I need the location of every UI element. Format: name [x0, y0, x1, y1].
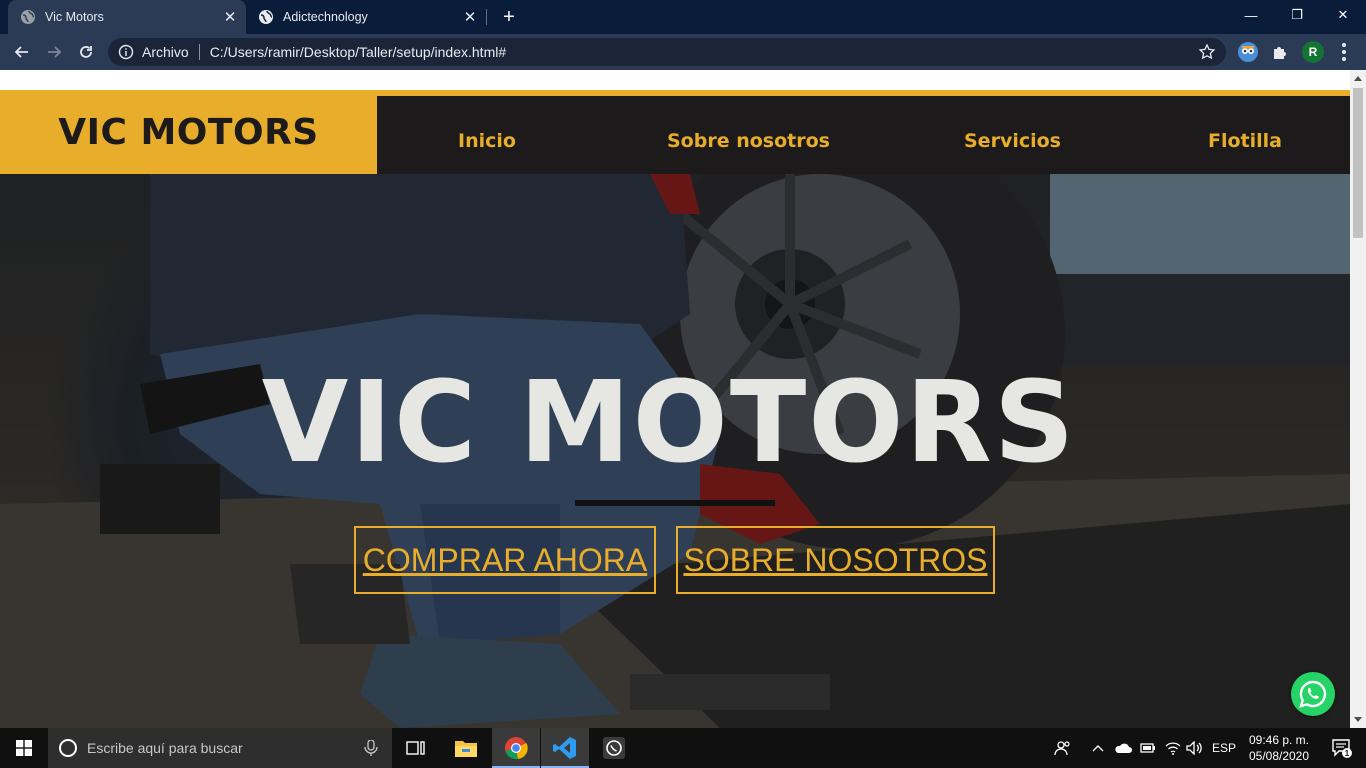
battery-button[interactable]	[1138, 728, 1158, 768]
url-text[interactable]: C:/Users/ramir/Desktop/Taller/setup/inde…	[210, 44, 1198, 60]
cortana-circle-icon	[59, 739, 77, 757]
close-window-button[interactable]: ✕	[1320, 0, 1366, 30]
vscode-icon	[553, 737, 576, 759]
maximize-button[interactable]: ❐	[1274, 0, 1320, 30]
wifi-icon	[1165, 742, 1181, 755]
forward-arrow-icon	[48, 46, 62, 58]
language-indicator[interactable]: ESP	[1208, 728, 1240, 768]
scroll-up-arrow-icon[interactable]	[1354, 76, 1362, 81]
nav-link-inicio[interactable]: Inicio	[458, 130, 516, 152]
address-bar[interactable]: Archivo C:/Users/ramir/Desktop/Taller/se…	[108, 38, 1226, 66]
chrome-icon	[505, 737, 528, 760]
extension-face-icon[interactable]	[1238, 42, 1258, 62]
profile-avatar[interactable]: R	[1302, 41, 1324, 63]
chrome-button[interactable]	[492, 728, 540, 768]
microphone-icon[interactable]	[364, 740, 378, 756]
clock-date: 05/08/2020	[1248, 749, 1310, 763]
buy-now-button[interactable]: COMPRAR AHORA	[354, 526, 656, 594]
speaker-icon	[1186, 741, 1202, 755]
tab-adictechnology[interactable]: Adictechnology ✕	[246, 0, 486, 34]
nav-link-sobre-nosotros[interactable]: Sobre nosotros	[667, 130, 830, 152]
windows-logo-icon	[16, 740, 32, 756]
whatsapp-icon	[1299, 680, 1327, 708]
task-view-button[interactable]	[392, 728, 440, 768]
bookmark-star-icon[interactable]	[1198, 43, 1216, 61]
whatsapp-desktop-button[interactable]	[590, 728, 638, 768]
taskbar-search[interactable]: Escribe aquí para buscar	[48, 728, 392, 768]
tab-vic-motors[interactable]: Vic Motors ✕	[8, 0, 246, 34]
chevron-up-icon	[1092, 745, 1104, 752]
page-viewport: VIC MOTORS Inicio Sobre nosotros Servici…	[0, 70, 1350, 728]
new-tab-button[interactable]: +	[498, 6, 520, 28]
info-icon[interactable]	[118, 44, 134, 60]
people-icon	[1054, 741, 1070, 756]
people-button[interactable]	[1050, 728, 1076, 768]
forward-button[interactable]	[42, 40, 66, 64]
start-button[interactable]	[0, 728, 48, 768]
vscode-button[interactable]	[541, 728, 589, 768]
task-view-icon	[406, 741, 425, 755]
volume-button[interactable]	[1184, 728, 1206, 768]
nav-link-servicios[interactable]: Servicios	[964, 130, 1061, 152]
show-hidden-icons-button[interactable]	[1088, 728, 1108, 768]
nav-link-flotilla[interactable]: Flotilla	[1208, 130, 1282, 152]
brand-box[interactable]: VIC MOTORS	[0, 90, 377, 174]
clock-time: 09:46 p. m.	[1248, 733, 1310, 747]
wifi-button[interactable]	[1162, 728, 1184, 768]
onedrive-button[interactable]	[1112, 728, 1134, 768]
reload-button[interactable]	[74, 40, 98, 64]
back-button[interactable]	[10, 40, 34, 64]
site-logo[interactable]: VIC MOTORS	[58, 112, 318, 153]
extensions-puzzle-icon[interactable]	[1270, 42, 1290, 62]
browser-menu-icon[interactable]	[1336, 42, 1352, 62]
taskbar-clock[interactable]: 09:46 p. m. 05/08/2020	[1240, 732, 1318, 764]
tab-strip: Vic Motors ✕ Adictechnology ✕ + — ❐ ✕	[0, 0, 1366, 34]
whatsapp-float-button[interactable]	[1291, 672, 1335, 716]
file-explorer-button[interactable]	[442, 728, 490, 768]
browser-toolbar: Archivo C:/Users/ramir/Desktop/Taller/se…	[0, 34, 1366, 70]
hero-title: VIC MOTORS	[261, 358, 1077, 488]
reload-icon	[80, 46, 92, 58]
whatsapp-icon	[603, 737, 625, 759]
file-explorer-icon	[455, 741, 477, 757]
scheme-label: Archivo	[142, 44, 189, 60]
hero-section: VIC MOTORS COMPRAR AHORA SOBRE NOSOTROS	[0, 174, 1350, 728]
tab-close-icon[interactable]: ✕	[218, 8, 242, 26]
tab-title: Vic Motors	[45, 10, 104, 24]
globe-icon	[21, 10, 35, 24]
notification-icon: 1	[1332, 739, 1352, 758]
about-us-button[interactable]: SOBRE NOSOTROS	[676, 526, 995, 594]
onedrive-cloud-icon	[1115, 743, 1132, 753]
search-placeholder: Escribe aquí para buscar	[87, 740, 243, 756]
tab-title: Adictechnology	[283, 10, 368, 24]
notification-count: 1	[1345, 749, 1350, 758]
windows-taskbar: Escribe aquí para buscar ESP 09:46 p. m.…	[0, 728, 1366, 768]
tab-separator	[486, 9, 487, 25]
scrollbar-thumb[interactable]	[1353, 88, 1363, 238]
back-arrow-icon	[14, 46, 28, 58]
hero-title-underline	[575, 500, 775, 506]
battery-icon	[1140, 743, 1155, 753]
minimize-button[interactable]: —	[1228, 0, 1274, 30]
tab-close-icon[interactable]: ✕	[458, 8, 482, 26]
site-header: VIC MOTORS Inicio Sobre nosotros Servici…	[0, 90, 1350, 174]
globe-icon	[259, 10, 273, 24]
page-scrollbar[interactable]	[1350, 70, 1366, 728]
omnibox-divider	[198, 44, 200, 60]
action-center-button[interactable]: 1	[1322, 728, 1362, 768]
scroll-down-arrow-icon[interactable]	[1354, 717, 1362, 722]
